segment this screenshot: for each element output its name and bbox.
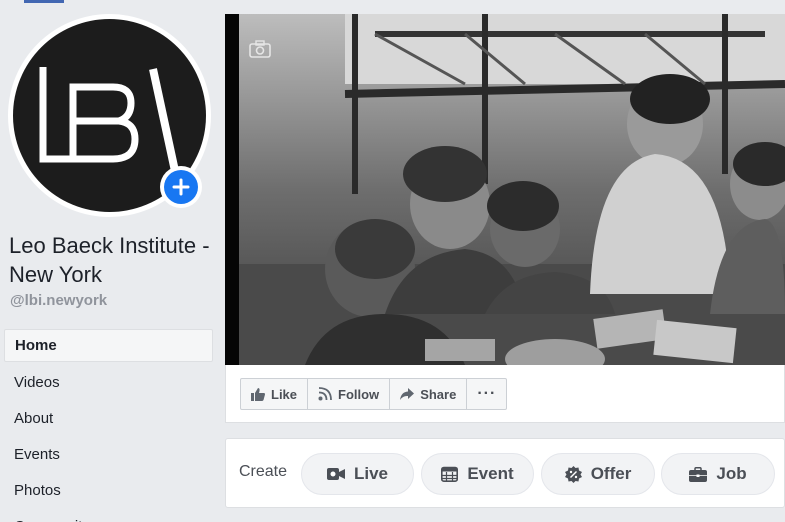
create-job-button[interactable]: Job <box>661 453 775 495</box>
video-icon <box>326 468 345 480</box>
more-icon: ··· <box>477 385 497 402</box>
nav-item-events[interactable]: Events <box>4 436 213 472</box>
more-button[interactable]: ··· <box>467 379 506 409</box>
page-actions-bar: Like Follow Share ··· <box>240 378 508 410</box>
page-handle[interactable]: @lbi.newyork <box>10 292 107 309</box>
create-card: Create Live Event Offer Job <box>225 438 785 508</box>
page-actions-card: Like Follow Share ··· <box>225 365 785 423</box>
follow-button[interactable]: Follow <box>308 379 391 409</box>
follow-label: Follow <box>338 386 380 402</box>
left-sidebar: Leo Baeck Institute - New York @lbi.newy… <box>0 0 215 522</box>
plus-icon <box>172 178 190 196</box>
follow-icon <box>318 387 332 401</box>
share-button[interactable]: Share <box>390 379 468 409</box>
camera-icon[interactable] <box>249 40 271 58</box>
share-label: Share <box>420 386 457 402</box>
nav-item-about[interactable]: About <box>4 400 213 436</box>
nav-item-videos[interactable]: Videos <box>4 364 213 400</box>
briefcase-icon <box>689 466 708 482</box>
like-label: Like <box>271 386 298 402</box>
create-event-label: Event <box>467 464 514 483</box>
create-offer-label: Offer <box>590 464 632 483</box>
create-job-label: Job <box>716 464 747 483</box>
like-button[interactable]: Like <box>241 379 309 409</box>
offer-icon <box>564 465 582 483</box>
share-icon <box>400 388 415 400</box>
add-photo-button[interactable] <box>160 166 202 208</box>
create-offer-button[interactable]: Offer <box>541 453 655 495</box>
cover-photo-image <box>225 14 785 365</box>
nav-item-community[interactable]: Community <box>4 508 213 522</box>
create-live-button[interactable]: Live <box>301 453 414 495</box>
create-label: Create <box>239 463 288 480</box>
cover-photo[interactable] <box>225 14 785 365</box>
page-nav: Home Videos About Events Photos Communit… <box>4 329 213 522</box>
calendar-icon <box>441 466 459 482</box>
like-icon <box>251 387 265 401</box>
nav-item-home[interactable]: Home <box>4 329 213 362</box>
nav-item-photos[interactable]: Photos <box>4 472 213 508</box>
page-title: Leo Baeck Institute - New York <box>9 233 210 287</box>
cover-photo-edge <box>225 14 239 365</box>
create-event-button[interactable]: Event <box>421 453 534 495</box>
create-live-label: Live <box>353 464 389 483</box>
